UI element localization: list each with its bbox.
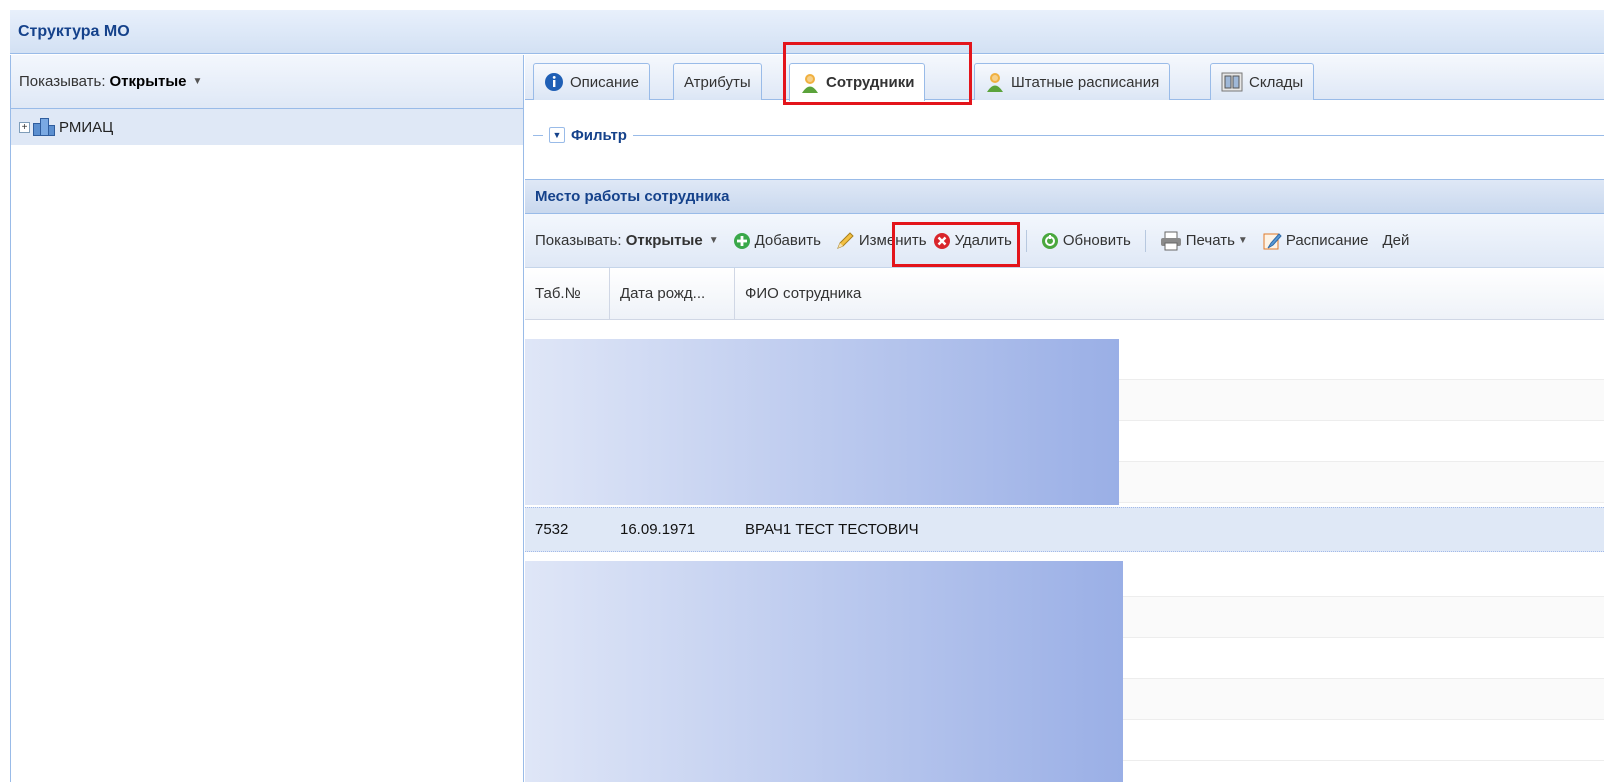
grid-body: 7532 16.09.1971 ВРАЧ1 ТЕСТ ТЕСТОВИЧ xyxy=(525,320,1604,782)
filter-label[interactable]: Фильтр xyxy=(571,127,627,144)
tab-label: Склады xyxy=(1249,73,1304,91)
left-panel: Показывать: Открытые ▼ + РМИАЦ xyxy=(10,55,524,782)
delete-label: Удалить xyxy=(954,232,1012,249)
delete-icon xyxy=(933,232,951,250)
tab-label: Сотрудники xyxy=(826,74,915,91)
toolbar-separator xyxy=(1144,229,1146,252)
cell-full-name: ВРАЧ1 ТЕСТ ТЕСТОВИЧ xyxy=(745,521,919,538)
filter-fieldset: ▼ Фильтр xyxy=(533,112,1604,158)
app-title-bar: Структура МО xyxy=(10,10,1604,54)
actions-label: Дей xyxy=(1382,232,1410,249)
refresh-icon xyxy=(1041,232,1059,250)
chevron-down-icon[interactable]: ▼ xyxy=(1238,235,1248,246)
schedule-icon xyxy=(1262,231,1282,251)
table-row-selected[interactable]: 7532 16.09.1971 ВРАЧ1 ТЕСТ ТЕСТОВИЧ xyxy=(525,507,1604,552)
app-title: Структура МО xyxy=(18,22,130,40)
show-filter[interactable]: Показывать: Открытые ▼ xyxy=(535,232,719,249)
show-label: Показывать: xyxy=(535,232,622,249)
tab-warehouses[interactable]: Склады xyxy=(1210,63,1315,100)
refresh-label: Обновить xyxy=(1062,232,1131,249)
refresh-button[interactable]: Обновить xyxy=(1041,232,1131,250)
tab-label: Описание xyxy=(570,73,640,91)
cell-birth-date: 16.09.1971 xyxy=(620,521,696,538)
column-label: Дата рожд... xyxy=(620,285,706,302)
section-header: Место работы сотрудника xyxy=(525,179,1604,214)
collapse-filter-button[interactable]: ▼ xyxy=(549,127,565,143)
chevron-down-icon[interactable]: ▼ xyxy=(193,76,203,87)
tab-staff-schedules[interactable]: Штатные расписания xyxy=(974,63,1171,100)
column-header-tab-no[interactable]: Таб.№ xyxy=(525,268,610,319)
show-value[interactable]: Открытые xyxy=(626,232,703,249)
redacted-area xyxy=(525,561,1123,782)
left-show-filter[interactable]: Показывать: Открытые ▼ xyxy=(11,55,523,109)
right-panel: Описание Атрибуты Сотрудники Штатные рас… xyxy=(525,42,1604,782)
schedule-button[interactable]: Расписание xyxy=(1262,231,1369,251)
grid-toolbar: Показывать: Открытые ▼ Добавить Изменить… xyxy=(525,214,1604,268)
warehouse-icon xyxy=(1221,72,1243,92)
tab-description[interactable]: Описание xyxy=(533,63,651,100)
left-show-value[interactable]: Открытые xyxy=(110,73,187,90)
delete-button[interactable]: Удалить xyxy=(933,232,1012,250)
schedule-label: Расписание xyxy=(1285,232,1369,249)
pencil-icon xyxy=(835,231,855,251)
add-button[interactable]: Добавить xyxy=(733,232,821,250)
cell-tab-no: 7532 xyxy=(535,521,569,538)
actions-button[interactable]: Дей xyxy=(1383,232,1410,249)
column-label: ФИО сотрудника xyxy=(745,285,862,302)
tab-label: Атрибуты xyxy=(684,73,751,91)
chevron-down-icon[interactable]: ▼ xyxy=(709,235,719,246)
employee-icon xyxy=(985,71,1005,93)
column-label: Таб.№ xyxy=(535,285,581,302)
expand-icon[interactable]: + xyxy=(19,121,30,133)
tree-item-rmiac[interactable]: + РМИАЦ xyxy=(11,109,523,145)
tab-employees[interactable]: Сотрудники xyxy=(789,63,926,101)
left-show-label: Показывать: xyxy=(19,73,106,90)
section-title: Место работы сотрудника xyxy=(535,188,730,205)
tab-strip: Описание Атрибуты Сотрудники Штатные рас… xyxy=(525,55,1604,101)
organization-icon xyxy=(33,118,55,136)
grid-header: Таб.№ Дата рожд... ФИО сотрудника xyxy=(525,268,1604,320)
info-icon xyxy=(544,72,564,92)
plus-circle-icon xyxy=(733,232,751,250)
column-header-birth-date[interactable]: Дата рожд... xyxy=(610,268,735,319)
toolbar-separator xyxy=(1025,229,1027,252)
print-label: Печать xyxy=(1185,232,1235,249)
column-header-full-name[interactable]: ФИО сотрудника xyxy=(735,268,1604,319)
print-button[interactable]: Печать ▼ xyxy=(1160,231,1248,251)
edit-button[interactable]: Изменить xyxy=(835,231,927,251)
tab-attributes[interactable]: Атрибуты xyxy=(673,63,762,100)
tree-item-label: РМИАЦ xyxy=(59,118,114,136)
redacted-area xyxy=(525,339,1119,505)
employee-icon xyxy=(800,72,820,94)
edit-label: Изменить xyxy=(858,232,927,249)
printer-icon xyxy=(1160,231,1182,251)
tab-label: Штатные расписания xyxy=(1011,73,1160,91)
add-label: Добавить xyxy=(754,232,821,249)
